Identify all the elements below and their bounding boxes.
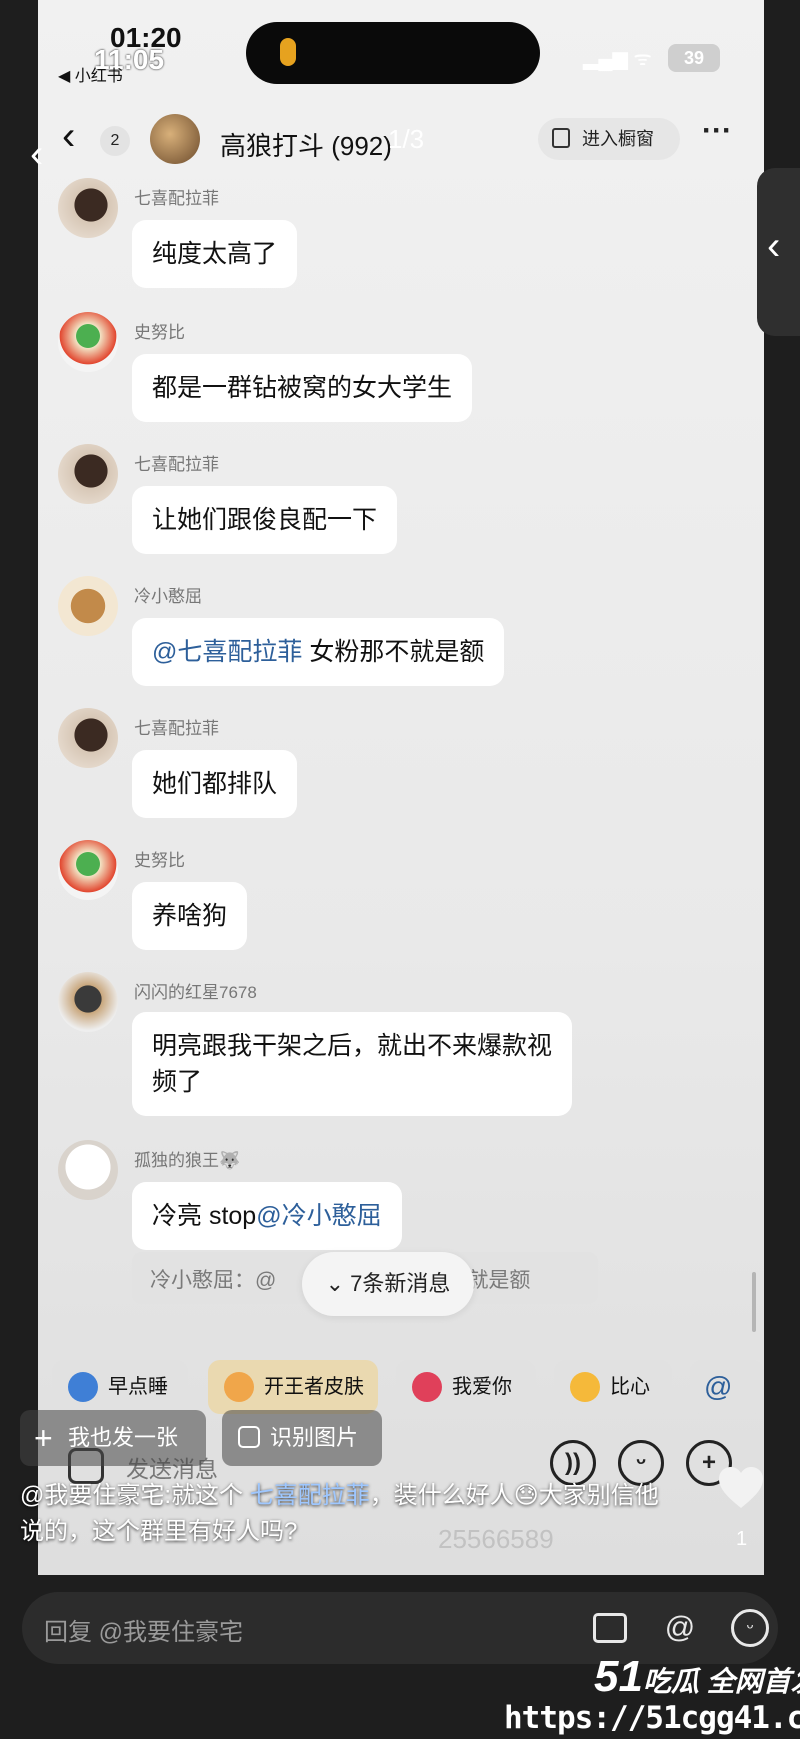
post-one-too-button[interactable]: + 我也发一张 [20, 1410, 206, 1466]
message-bubble[interactable]: @七喜配拉菲 女粉那不就是额 [132, 618, 505, 686]
heart-icon [412, 1372, 442, 1402]
chat-header: ‹ 2 高狼打斗 (992) 1/3 进入橱窗 ··· [38, 104, 764, 176]
message-bubble[interactable]: 明亮跟我干架之后，就出不来爆款视 频了 [132, 1012, 573, 1116]
back-to-app-link[interactable]: ◀ 小红书 [58, 62, 123, 86]
sender-name: 史努比 [134, 851, 185, 870]
emoji-icon[interactable]: ᵕ [728, 1606, 772, 1650]
brand-text: 吃瓜 全网首发 [642, 1666, 800, 1697]
group-title[interactable]: 高狼打斗 (992) [220, 126, 392, 163]
message-bubble[interactable]: 她们都排队 [132, 750, 298, 818]
mention-link[interactable]: @七喜配拉菲 [152, 638, 302, 666]
avatar[interactable] [58, 178, 118, 238]
avatar[interactable] [58, 576, 118, 636]
chip-finger-heart[interactable]: 比心 [554, 1360, 672, 1414]
dynamic-island [246, 22, 540, 84]
quote-prefix: 冷小憨屈：@ [150, 1269, 277, 1292]
scrollbar[interactable] [752, 1272, 756, 1332]
message-bubble[interactable]: 让她们跟俊良配一下 [132, 486, 398, 554]
comment-caption: @我要住豪宅:就这个 七喜配拉菲，装什么好人😓大家别信他说的，这个群里有好人吗? [20, 1478, 660, 1550]
plus-icon: + [34, 1420, 53, 1456]
back-arrow-icon[interactable]: ‹ [62, 114, 75, 159]
new-messages-button[interactable]: ⌄ 7条新消息 [302, 1252, 474, 1316]
brand-watermark: 51吃瓜 全网首发 [594, 1652, 800, 1702]
status-bar: 01:20 11:05 ◀ 小红书 ▂▄▆ ᯤ 39 [38, 0, 764, 100]
cat-face-icon [224, 1372, 254, 1402]
sender-name: 冷小憨屈 [134, 587, 202, 606]
page-indicator: 1/3 [388, 124, 425, 154]
reply-input[interactable]: 回复 @我要住豪宅 [44, 1612, 243, 1647]
message-bubble[interactable]: 纯度太高了 [132, 220, 298, 288]
message-bubble[interactable]: 都是一群钻被窝的女大学生 [132, 354, 473, 422]
sender-name: 闪闪的红星7678 [134, 983, 257, 1002]
caption-user-tag[interactable]: 七喜配拉菲 [250, 1482, 370, 1509]
image-icon[interactable] [588, 1606, 632, 1650]
chip-love-you[interactable]: 我爱你 [396, 1360, 536, 1414]
avatar[interactable] [58, 1140, 118, 1200]
chip-game-skin[interactable]: 开王者皮肤 [208, 1360, 378, 1414]
message-text: 女粉那不就是额 [302, 638, 485, 666]
unread-badge: 2 [100, 126, 130, 156]
side-drawer-tab[interactable]: ‹ [757, 168, 800, 336]
viewer-back-icon[interactable]: ‹ [30, 132, 43, 177]
brand-number: 51 [594, 1652, 643, 1701]
message-text-line: 频了 [152, 1068, 203, 1096]
mention-link[interactable]: @冷小憨屈 [256, 1202, 381, 1230]
ocr-label: 识别图片 [270, 1425, 359, 1450]
group-avatar[interactable] [150, 114, 200, 164]
enter-shop-label: 进入橱窗 [582, 129, 654, 149]
more-options-icon[interactable]: ··· [702, 114, 732, 148]
message-bubble[interactable]: 养啥狗 [132, 882, 248, 950]
message-bubble[interactable]: 冷亮 stop@冷小憨屈 [132, 1182, 402, 1250]
message-text-line: 明亮跟我干架之后，就出不来爆款视 [152, 1032, 553, 1060]
chip-label: @ [704, 1371, 733, 1402]
sender-name: 七喜配拉菲 [134, 189, 219, 208]
chip-label: 开王者皮肤 [264, 1376, 364, 1398]
enter-shop-button[interactable]: 进入橱窗 [538, 118, 680, 160]
signal-wifi-icon: ▂▄▆ ᯤ [583, 48, 652, 70]
sender-name: 孤独的狼王🐺 [134, 1151, 241, 1170]
chip-label: 我爱你 [452, 1376, 512, 1398]
avatar[interactable] [58, 840, 118, 900]
avatar[interactable] [58, 972, 118, 1032]
chevron-left-icon: ‹ [767, 224, 781, 268]
chat-screenshot: 01:20 11:05 ◀ 小红书 ▂▄▆ ᯤ 39 ‹ 2 高狼打斗 (992… [38, 0, 764, 1575]
battery-icon: 39 [668, 44, 720, 72]
sender-name: 七喜配拉菲 [134, 455, 219, 474]
heart-icon[interactable] [716, 1464, 766, 1514]
quick-reply-chips: 早点睡 开王者皮肤 我爱你 比心 @ [52, 1360, 764, 1416]
sender-name: 七喜配拉菲 [134, 719, 219, 738]
scan-icon [238, 1426, 260, 1448]
sender-name: 史努比 [134, 323, 185, 342]
screenshot-page: 01:20 11:05 ◀ 小红书 ▂▄▆ ᯤ 39 ‹ 2 高狼打斗 (992… [0, 0, 800, 1739]
moon-icon [68, 1372, 98, 1402]
avatar[interactable] [58, 312, 118, 372]
chip-label: 早点睡 [108, 1376, 168, 1398]
avatar[interactable] [58, 708, 118, 768]
site-url: https://51cgg41.com [504, 1700, 800, 1736]
recognize-image-button[interactable]: 识别图片 [222, 1410, 382, 1466]
microphone-icon [280, 38, 296, 66]
chip-early-sleep[interactable]: 早点睡 [52, 1360, 188, 1414]
chip-label: 比心 [610, 1376, 650, 1398]
finger-heart-icon [570, 1372, 600, 1402]
at-mention-icon[interactable]: @ [658, 1606, 702, 1650]
message-text: 冷亮 stop [152, 1202, 257, 1230]
chip-mention[interactable]: @ [690, 1360, 764, 1414]
shopping-bag-icon [552, 128, 570, 148]
avatar[interactable] [58, 444, 118, 504]
post-label: 我也发一张 [68, 1425, 179, 1450]
caption-prefix: @我要住豪宅:就这个 [20, 1482, 250, 1509]
like-count: 1 [736, 1528, 748, 1550]
